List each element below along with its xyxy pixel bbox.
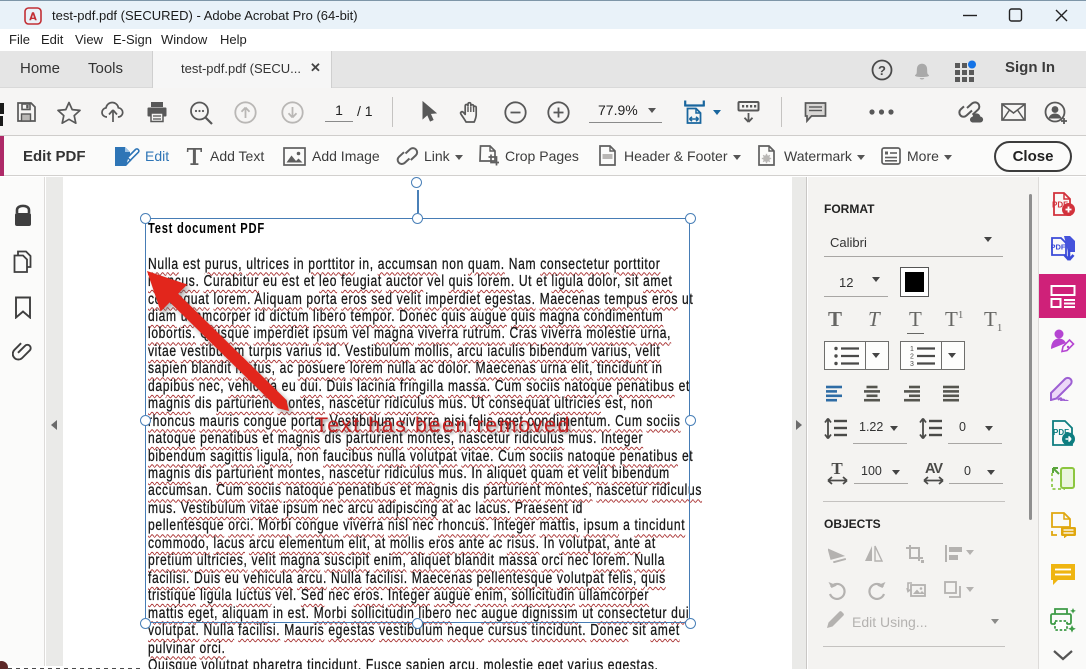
svg-text:T: T <box>831 460 843 478</box>
svg-text:3: 3 <box>910 361 914 368</box>
svg-text:PDF: PDF <box>1051 243 1066 252</box>
svg-text:?: ? <box>878 63 886 78</box>
svg-text:1: 1 <box>910 346 914 353</box>
svg-text:AV: AV <box>925 461 943 477</box>
svg-text:2: 2 <box>910 354 914 361</box>
